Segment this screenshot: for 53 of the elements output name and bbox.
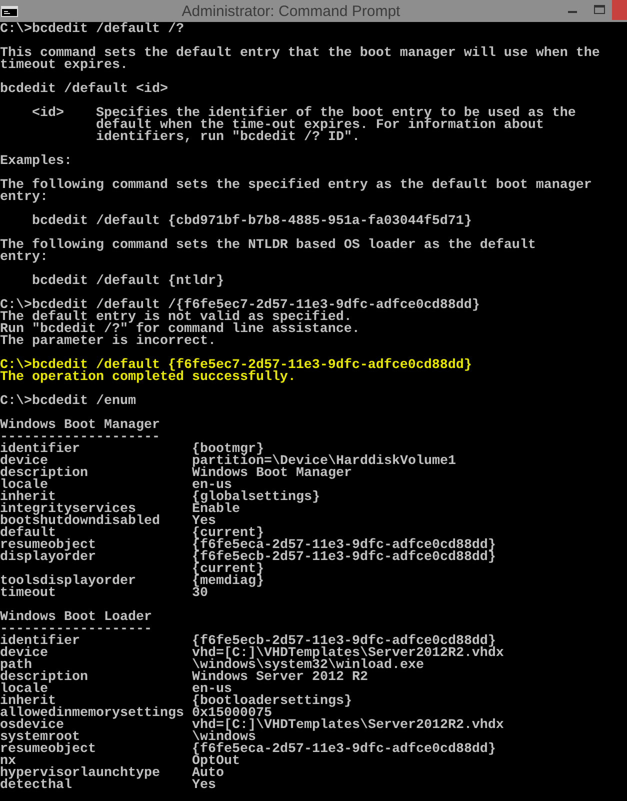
entry-value: {f6fe5eca-2d57-11e3-9dfc-adfce0cd88dd} <box>192 540 497 552</box>
entry-value: \windows\system32\winload.exe <box>192 660 424 672</box>
console-text: The parameter is incorrect. <box>0 336 217 348</box>
window-title: Administrator: Command Prompt <box>180 2 402 20</box>
entry-key: systemroot <box>0 732 192 744</box>
entry-value: {bootmgr} <box>192 444 264 456</box>
section-heading: Windows Boot Loader <box>0 612 153 624</box>
entry-key: toolsdisplayorder <box>0 576 192 588</box>
entry-key: detecthal <box>0 780 192 792</box>
entry-value: {current} <box>192 564 264 576</box>
entry-value: {globalsettings} <box>192 492 321 504</box>
entry-value: Yes <box>192 780 217 792</box>
entry-value: Windows Server 2012 R2 <box>192 672 368 684</box>
console-text: timeout expires. <box>0 60 129 72</box>
entry-value: {bootloadersettings} <box>192 696 353 708</box>
entry-value: vhd=[C:]\VHDTemplates\Server2012R2.vhdx <box>192 648 505 660</box>
entry-key: description <box>0 468 192 480</box>
entry-value: 30 <box>192 588 208 600</box>
console-text: Examples: <box>0 156 73 168</box>
entry-value: Auto <box>192 768 224 780</box>
entry-key: timeout <box>0 588 192 600</box>
console-text: bcdedit /default {cbd971bf-b7b8-4885-951a-fa03044f5d71} <box>31 216 473 228</box>
entry-key: hypervisorlaunchtype <box>0 768 192 780</box>
console-text: The following command sets the specified entry as the default boot manager <box>0 180 593 192</box>
entry-value: Windows Boot Manager <box>192 468 352 480</box>
highlighted-console-text: The operation completed successfully. <box>0 372 296 384</box>
parameter-name: <id> <box>32 108 65 120</box>
entry-value: partition=\Device\HarddiskVolume1 <box>192 456 457 468</box>
console-text: entry: <box>0 252 48 264</box>
entry-key: resumeobject <box>0 540 192 552</box>
entry-value: {f6fe5eca-2d57-11e3-9dfc-adfce0cd88dd} <box>192 744 497 756</box>
console-text: The following command sets the NTLDR based OS loader as the default <box>0 240 537 252</box>
console-text: bcdedit /default <id> <box>0 84 169 96</box>
console-text: C:\>bcdedit /default /? <box>0 24 185 36</box>
entry-value: {memdiag} <box>192 576 265 588</box>
console-text: bcdedit /default {ntldr} <box>31 276 225 288</box>
entry-key: allowedinmemorysettings <box>0 708 192 720</box>
entry-key: osdevice <box>0 720 192 732</box>
terminal-icon <box>1 6 18 16</box>
console-text: C:\>bcdedit /enum <box>0 396 137 408</box>
entry-value: {f6fe5ecb-2d57-11e3-9dfc-adfce0cd88dd} <box>192 552 497 564</box>
entry-key: description <box>0 672 192 684</box>
entry-value: Enable <box>192 504 240 516</box>
entry-value: {f6fe5ecb-2d57-11e3-9dfc-adfce0cd88dd} <box>192 636 496 648</box>
section-heading: Windows Boot Manager <box>0 420 161 432</box>
entry-value: {current} <box>192 528 264 540</box>
parameter-description: identifiers, run "bcdedit /? ID". <box>96 132 360 144</box>
entry-key: resumeobject <box>0 744 192 756</box>
entry-value: OptOut <box>192 756 240 768</box>
maximize-icon <box>594 5 604 15</box>
entry-key: displayorder <box>0 552 192 564</box>
entry-value: vhd=[C:]\VHDTemplates\Server2012R2.vhdx <box>192 720 505 732</box>
console-text: entry: <box>0 192 48 204</box>
